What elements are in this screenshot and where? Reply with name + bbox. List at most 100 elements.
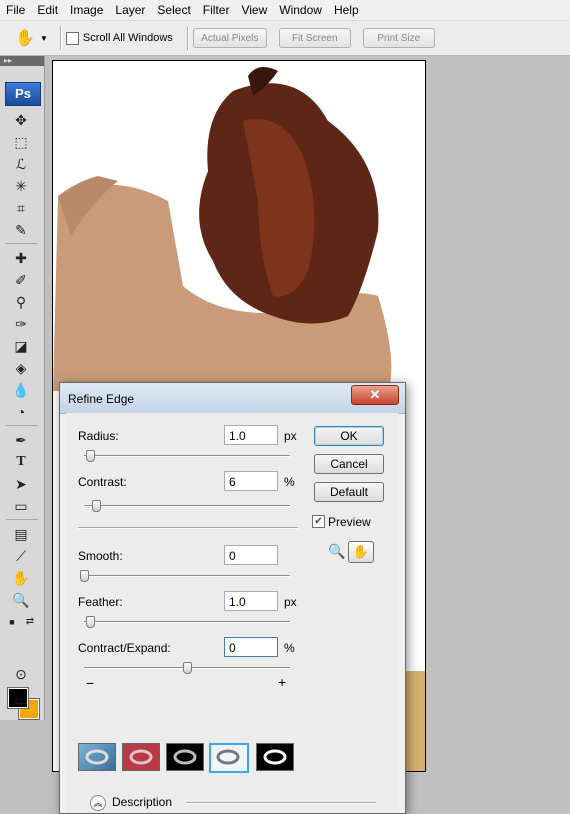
contract-expand-input[interactable]: 0 [224,637,278,657]
fit-screen-button[interactable]: Fit Screen [278,28,351,48]
paint-bucket-tool-icon[interactable]: ◈ [11,358,31,378]
menu-help[interactable]: Help [328,0,365,20]
contrast-unit: % [284,475,295,489]
feather-slider-track[interactable] [84,621,290,623]
knot-icon [85,749,109,765]
menu-file[interactable]: File [0,0,31,20]
hand-icon[interactable]: ✋ [348,541,374,563]
notes-tool-icon[interactable]: ▤ [11,524,31,544]
crop-tool-icon[interactable]: ⌗ [11,198,31,218]
quick-mask-icon[interactable]: ⊙ [11,664,31,684]
feather-unit: px [284,595,297,609]
slice-tool-icon[interactable]: ✎ [11,220,31,240]
radius-slider-track[interactable] [84,455,290,457]
history-brush-tool-icon[interactable]: ✑ [11,314,31,334]
preview-mode-quick-mask[interactable] [122,743,160,771]
toolbox-separator [6,243,38,244]
preview-label: Preview [328,515,371,529]
eyedropper-tool-icon[interactable]: ⟋ [11,546,31,566]
options-bar: ✋ ▼ Scroll All Windows Actual Pixels Fit… [0,21,570,56]
contrast-slider-thumb[interactable] [92,500,102,512]
clone-stamp-tool-icon[interactable]: ⚲ [11,292,31,312]
scroll-all-windows-label: Scroll All Windows [82,32,173,44]
menu-select[interactable]: Select [151,0,196,20]
contrast-label: Contrast: [78,475,127,489]
magic-wand-tool-icon[interactable]: ✳ [11,176,31,196]
shape-tool-icon[interactable]: ▭ [11,496,31,516]
dialog-title-bar[interactable]: Refine Edge ✕ [60,383,405,414]
pen-tool-icon[interactable]: ✒ [11,430,31,450]
toolbox-separator [6,519,38,520]
dialog-body: Radius: 1.0 px Contrast: 6 % Smooth: 0 F… [66,413,399,813]
radius-input[interactable]: 1.0 [224,425,278,445]
knot-icon [216,749,240,765]
marquee-tool-icon[interactable]: ⬚ [11,132,31,152]
toolbox-grip-icon[interactable]: ▸▸ [0,56,44,66]
checkmark-icon: ✔ [314,516,323,527]
move-tool-icon[interactable]: ✥ [11,110,31,130]
photoshop-logo[interactable]: Ps [5,82,41,106]
contrast-input[interactable]: 6 [224,471,278,491]
dialog-title: Refine Edge [68,392,135,406]
feather-input[interactable]: 1.0 [224,591,278,611]
hand-tool-icon[interactable]: ✋ [14,27,36,49]
smooth-slider-track[interactable] [84,575,290,577]
menu-filter[interactable]: Filter [197,0,236,20]
type-tool-icon[interactable]: T [11,452,31,472]
description-label[interactable]: Description [112,795,172,809]
feather-slider-thumb[interactable] [86,616,96,628]
description-expand-icon[interactable]: ︽ [90,795,106,811]
default-button[interactable]: Default [314,482,384,502]
divider [78,527,298,529]
radius-slider-thumb[interactable] [86,450,96,462]
plus-label: + [278,674,287,690]
contract-expand-unit: % [284,641,295,655]
toolbox: ▸▸ Ps ✥ ⬚ ℒ ✳ ⌗ ✎ ✚ ✐ ⚲ ✑ ◪ ◈ 💧 ◔ ✒ T ➤ … [0,56,45,720]
brush-tool-icon[interactable]: ✐ [11,270,31,290]
menu-layer[interactable]: Layer [109,0,151,20]
blur-tool-icon[interactable]: 💧 [11,380,31,400]
preview-mode-on-black[interactable] [166,743,204,771]
default-colors-icon[interactable]: ■ [6,612,18,632]
actual-pixels-button[interactable]: Actual Pixels [192,28,267,48]
toolbox-separator [6,425,38,426]
hand-tool-icon[interactable]: ✋ [11,568,31,588]
options-separator [186,26,189,50]
feather-label: Feather: [78,595,123,609]
zoom-icon[interactable]: 🔍 [328,543,345,560]
eraser-tool-icon[interactable]: ◪ [11,336,31,356]
options-separator [59,26,62,50]
dodge-tool-icon[interactable]: ◔ [11,402,31,422]
menu-edit[interactable]: Edit [31,0,64,20]
radius-label: Radius: [78,429,119,443]
preview-mode-standard[interactable] [78,743,116,771]
tool-preset-dropdown[interactable]: ▼ [40,34,48,43]
close-button[interactable]: ✕ [351,385,399,405]
scroll-all-windows-checkbox[interactable] [65,31,79,45]
print-size-button[interactable]: Print Size [362,28,435,48]
smooth-input[interactable]: 0 [224,545,278,565]
menu-window[interactable]: Window [273,0,328,20]
knot-icon [129,749,153,765]
path-selection-tool-icon[interactable]: ➤ [11,474,31,494]
screen-mode-icon[interactable]: ▭ [11,690,31,710]
refine-edge-dialog: Refine Edge ✕ Radius: 1.0 px Contrast: 6… [59,382,406,814]
preview-mode-on-white[interactable] [209,743,249,773]
smooth-slider-thumb[interactable] [80,570,89,582]
menu-image[interactable]: Image [64,0,109,20]
ok-button[interactable]: OK [314,426,384,446]
healing-brush-tool-icon[interactable]: ✚ [11,248,31,268]
preview-checkbox[interactable]: ✔ [312,515,325,528]
menu-bar: File Edit Image Layer Select Filter View… [0,0,570,21]
contract-expand-slider-thumb[interactable] [183,662,192,674]
contract-expand-label: Contract/Expand: [78,641,171,655]
cancel-button[interactable]: Cancel [314,454,384,474]
zoom-tool-icon[interactable]: 🔍 [11,590,31,610]
swap-colors-icon[interactable]: ⇄ [24,612,36,632]
lasso-tool-icon[interactable]: ℒ [11,154,31,174]
menu-view[interactable]: View [235,0,273,20]
contrast-slider-track[interactable] [84,505,290,507]
preview-mode-mask[interactable] [256,743,294,771]
minus-label: − [86,675,95,691]
knot-icon [173,749,197,765]
